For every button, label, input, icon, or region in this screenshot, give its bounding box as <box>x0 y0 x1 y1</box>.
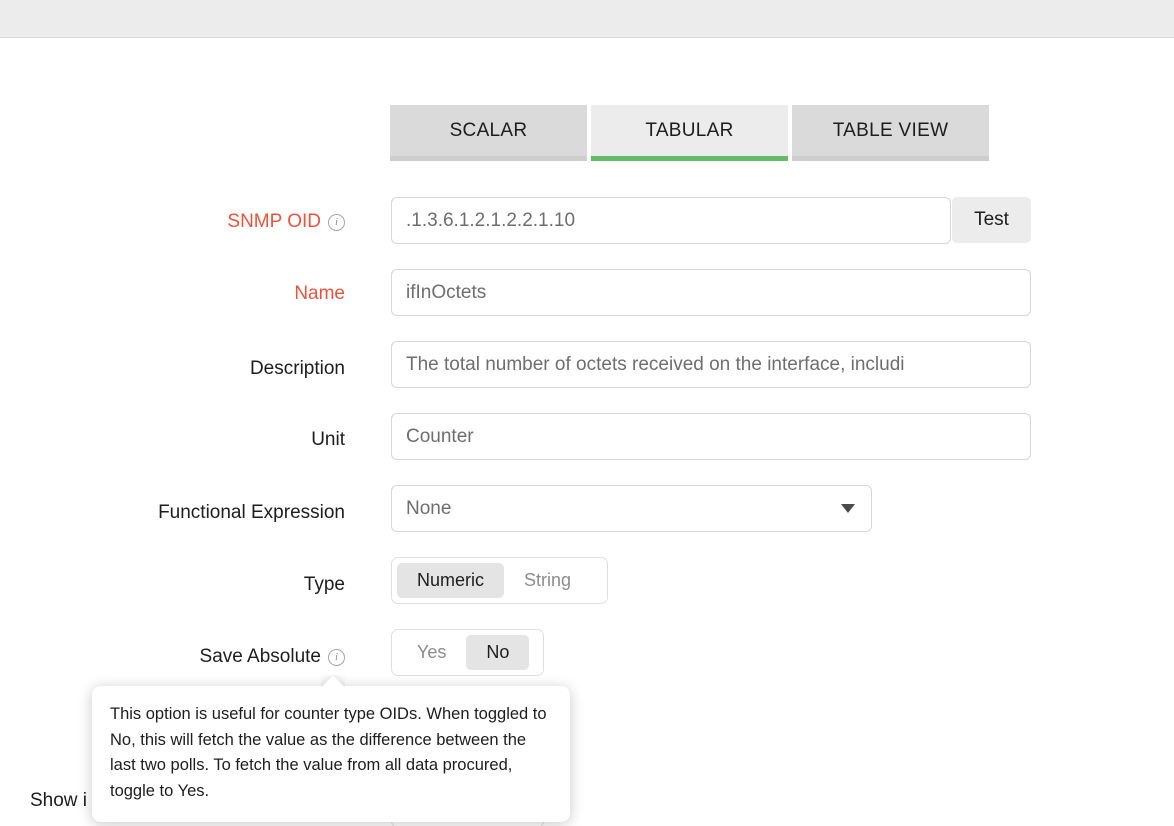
save-absolute-toggle: Yes No <box>391 629 544 676</box>
info-circle-icon[interactable]: i <box>328 214 345 231</box>
info-circle-icon[interactable]: i <box>328 649 345 666</box>
functional-expression-value: None <box>406 498 451 520</box>
type-label-text: Type <box>304 574 345 596</box>
snmp-oid-label-text: SNMP OID <box>227 211 321 233</box>
functional-expression-label: Functional Expression <box>30 500 345 526</box>
unit-value: Counter <box>406 426 474 448</box>
test-button[interactable]: Test <box>952 197 1031 243</box>
chevron-down-icon[interactable] <box>841 504 855 513</box>
tooltip-arrow <box>321 675 345 687</box>
tab-table-view-label: TABLE VIEW <box>833 120 949 142</box>
snmp-oid-value: .1.3.6.1.2.1.2.2.1.10 <box>406 210 575 232</box>
tooltip-text: This option is useful for counter type O… <box>110 705 547 800</box>
type-option-string[interactable]: String <box>504 563 591 598</box>
name-input[interactable]: ifInOctets <box>391 269 1031 316</box>
type-toggle: Numeric String <box>391 557 608 604</box>
save-absolute-option-no[interactable]: No <box>466 635 529 670</box>
unit-input[interactable]: Counter <box>391 413 1031 460</box>
name-value: ifInOctets <box>406 282 486 304</box>
tab-scalar[interactable]: SCALAR <box>390 105 587 161</box>
description-value: The total number of octets received on t… <box>406 354 905 376</box>
tab-tabular[interactable]: TABULAR <box>591 105 788 161</box>
view-mode-tabs: SCALAR TABULAR TABLE VIEW <box>390 105 989 161</box>
test-button-label: Test <box>974 209 1009 231</box>
snmp-oid-input[interactable]: .1.3.6.1.2.1.2.2.1.10 <box>391 197 951 244</box>
name-label-text: Name <box>294 283 345 305</box>
top-bar <box>0 0 1174 38</box>
save-absolute-label-text: Save Absolute <box>200 646 321 668</box>
functional-expression-select[interactable]: None <box>391 485 872 532</box>
unit-label-text: Unit <box>311 429 345 451</box>
save-absolute-label: Save Absolute i <box>30 644 345 670</box>
snmp-oid-label: SNMP OID i <box>30 209 345 235</box>
functional-expression-label-text: Functional Expression <box>158 502 345 524</box>
show-in-label-text: Show i <box>30 790 87 812</box>
description-label: Description <box>30 356 345 382</box>
snmp-oid-configuration-page: SCALAR TABULAR TABLE VIEW SNMP OID i .1.… <box>0 0 1174 826</box>
description-input[interactable]: The total number of octets received on t… <box>391 341 1031 388</box>
tab-table-view[interactable]: TABLE VIEW <box>792 105 989 161</box>
description-label-text: Description <box>250 358 345 380</box>
save-absolute-option-yes[interactable]: Yes <box>397 635 466 670</box>
unit-label: Unit <box>30 427 345 453</box>
save-absolute-tooltip: This option is useful for counter type O… <box>92 686 570 822</box>
tab-tabular-label: TABULAR <box>645 120 733 142</box>
tab-scalar-label: SCALAR <box>450 120 528 142</box>
name-label: Name <box>30 281 345 307</box>
type-label: Type <box>30 572 345 598</box>
type-option-numeric[interactable]: Numeric <box>397 563 504 598</box>
